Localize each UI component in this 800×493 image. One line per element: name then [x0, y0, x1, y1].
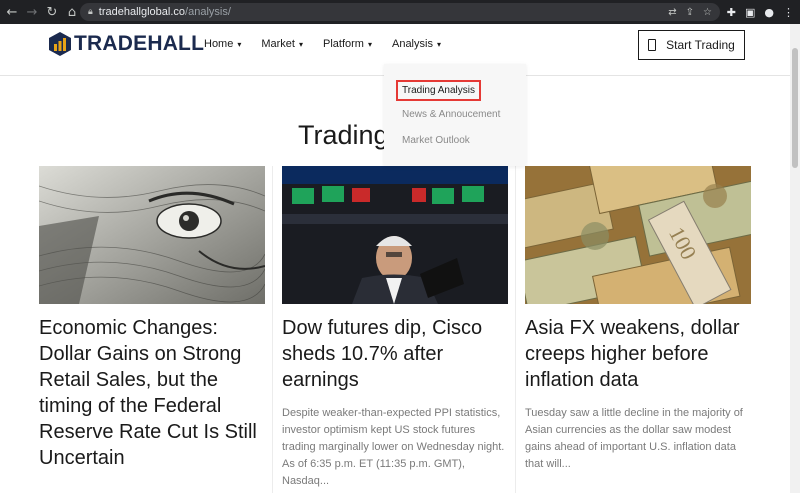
logo-mark-icon	[49, 32, 71, 56]
article-title[interactable]: Asia FX weakens, dollar creeps higher be…	[525, 315, 751, 393]
home-icon[interactable]: ⌂	[62, 0, 82, 24]
url-text: tradehallglobal.co/analysis/	[98, 6, 231, 18]
article-image-trader[interactable]	[282, 166, 508, 304]
scroll-thumb[interactable]	[792, 48, 798, 168]
start-trading-button[interactable]: Start Trading	[638, 30, 745, 60]
translate-icon[interactable]: ⇄	[668, 7, 676, 18]
page-scrollbar[interactable]	[790, 24, 800, 493]
article-excerpt: Tuesday saw a little decline in the majo…	[525, 407, 743, 470]
phone-icon	[648, 39, 657, 51]
nav-market[interactable]: Market ▾	[261, 38, 303, 50]
chevron-down-icon: ▾	[436, 39, 441, 49]
page-title: Trading	[298, 120, 389, 150]
article-title[interactable]: Economic Changes: Dollar Gains on Strong…	[39, 315, 265, 471]
article-card[interactable]: Dow futures dip, Cisco sheds 10.7% after…	[282, 166, 508, 490]
article-image-currency[interactable]: 100	[525, 166, 751, 304]
side-panel-icon[interactable]: ▣	[745, 6, 755, 19]
forward-icon[interactable]: →	[22, 0, 42, 24]
nav-platform[interactable]: Platform ▾	[323, 38, 372, 50]
back-icon[interactable]: ←	[2, 0, 22, 24]
article-card[interactable]: Economic Changes: Dollar Gains on Strong…	[39, 166, 265, 471]
menu-icon[interactable]: ⋮	[783, 6, 794, 19]
dropdown-item-market-outlook[interactable]: Market Outlook	[402, 135, 470, 146]
main-nav: Home ▾ Market ▾ Platform ▾ Analysis ▾	[204, 38, 461, 50]
column-divider	[515, 166, 516, 493]
column-divider	[272, 166, 273, 493]
browser-toolbar: ← → ↻ ⌂ 🔒︎ tradehallglobal.co/analysis/ …	[0, 0, 800, 24]
article-image-banknote[interactable]	[39, 166, 265, 304]
lock-icon: 🔒︎	[88, 7, 93, 17]
article-card[interactable]: 100 Asia FX weakens, dollar creeps highe…	[525, 166, 751, 473]
share-icon[interactable]: ⇪	[686, 7, 694, 18]
reload-icon[interactable]: ↻	[42, 0, 62, 24]
chevron-down-icon: ▾	[367, 39, 372, 49]
nav-analysis[interactable]: Analysis ▾	[392, 38, 441, 50]
bookmark-star-icon[interactable]: ☆	[703, 7, 712, 18]
nav-home[interactable]: Home ▾	[204, 38, 241, 50]
address-bar[interactable]: 🔒︎ tradehallglobal.co/analysis/ ⇄ ⇪ ☆	[80, 3, 720, 21]
chevron-down-icon: ▾	[298, 39, 303, 49]
article-title[interactable]: Dow futures dip, Cisco sheds 10.7% after…	[282, 315, 508, 393]
analysis-dropdown-menu: Trading Analysis News & Annoucement Mark…	[384, 64, 526, 166]
extensions-icon[interactable]: ✚	[727, 6, 736, 19]
chevron-down-icon: ▾	[237, 39, 242, 49]
article-excerpt: Despite weaker-than-expected PPI statist…	[282, 407, 505, 487]
site-logo[interactable]: TRADEHALL	[48, 31, 204, 57]
dropdown-item-trading-analysis[interactable]: Trading Analysis	[396, 80, 481, 101]
logo-text: TRADEHALL	[74, 32, 205, 55]
profile-icon[interactable]: ●	[764, 6, 774, 19]
dropdown-item-news-announcement[interactable]: News & Annoucement	[402, 109, 500, 120]
